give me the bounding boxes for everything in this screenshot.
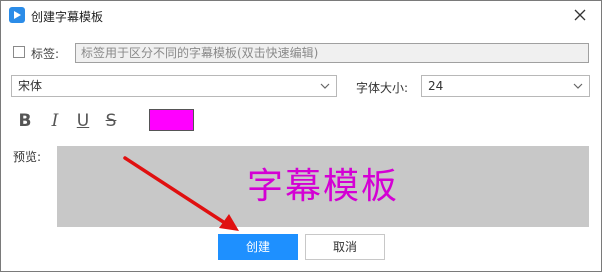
preview-text: 字幕模板 — [246, 166, 399, 207]
font-family-select[interactable]: 宋体 — [11, 75, 337, 97]
bold-button[interactable]: B — [15, 111, 35, 131]
font-family-value: 宋体 — [18, 79, 43, 93]
font-size-value: 24 — [428, 79, 444, 93]
preview-area: 字幕模板 — [57, 146, 589, 227]
font-size-label: 字体大小: — [356, 81, 409, 95]
italic-button[interactable]: I — [45, 111, 65, 131]
tag-input[interactable]: 标签用于区分不同的字幕模板(双击快速编辑) — [75, 43, 589, 63]
dialog-title: 创建字幕模板 — [31, 10, 104, 24]
underline-button[interactable]: U — [73, 111, 93, 131]
title-bar: 创建字幕模板 — [1, 1, 601, 31]
close-icon — [574, 9, 586, 21]
tag-label: 标签: — [31, 47, 60, 61]
tag-checkbox[interactable] — [13, 46, 25, 58]
strikethrough-button[interactable]: S — [101, 111, 121, 131]
cancel-button[interactable]: 取消 — [305, 234, 385, 260]
text-color-picker[interactable] — [149, 109, 194, 131]
create-button[interactable]: 创建 — [218, 234, 298, 260]
chevron-down-icon — [320, 83, 330, 89]
app-logo-icon — [9, 7, 25, 23]
chevron-down-icon — [573, 83, 583, 89]
font-size-select[interactable]: 24 — [421, 75, 590, 97]
close-button[interactable] — [569, 4, 591, 26]
create-subtitle-template-dialog: 创建字幕模板 标签: 标签用于区分不同的字幕模板(双击快速编辑) 宋体 字体大小… — [0, 0, 602, 272]
preview-label: 预览: — [13, 150, 42, 164]
